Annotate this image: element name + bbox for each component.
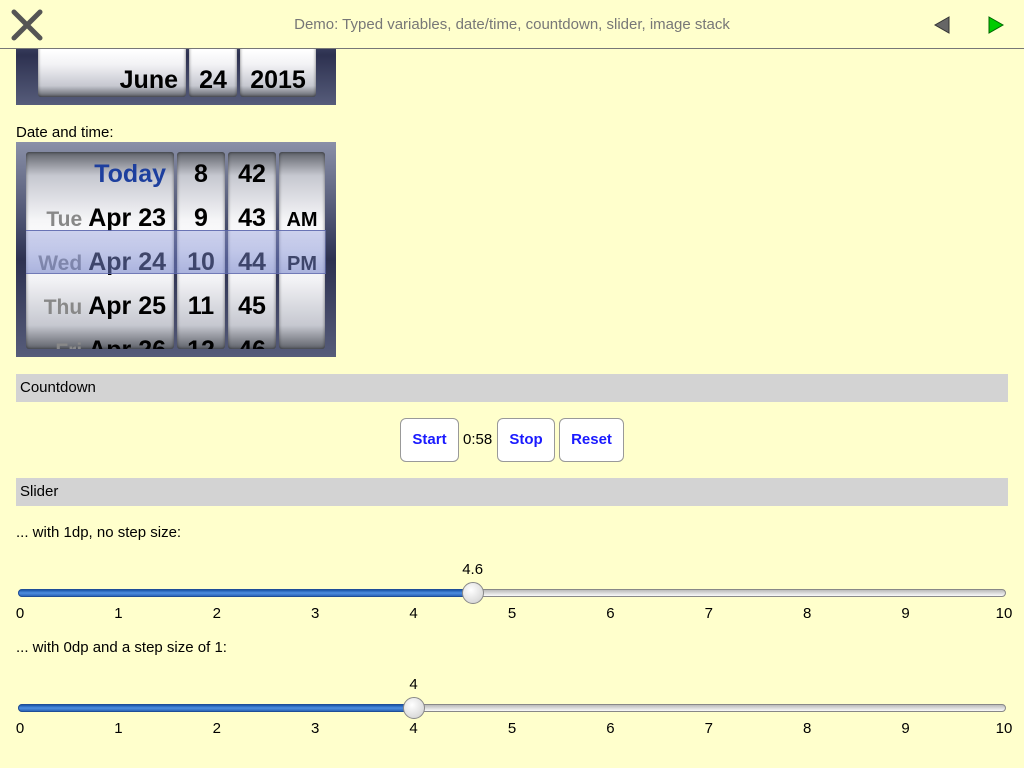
ampm-option-selected[interactable]: PM [279,240,325,284]
hour-option[interactable]: 9 [177,196,225,240]
minute-option[interactable]: 42 [228,152,276,196]
minute-wheel[interactable]: 42 43 44 45 46 [228,152,276,349]
stop-button[interactable]: Stop [497,418,555,462]
year-option-selected[interactable]: 2015 [240,58,316,97]
countdown-heading: Countdown [16,374,1008,402]
slider-tick-label: 3 [311,720,320,737]
triangle-left-icon[interactable] [931,14,953,36]
slider-tick-label: 2 [212,720,221,737]
slider-tick-label: 6 [606,605,615,622]
weekday-text: Tue [46,208,83,231]
ampm-option[interactable]: AM [279,196,325,240]
slider-tick-label: 9 [901,720,910,737]
slider2-label: ... with 0dp and a step size of 1: [16,639,227,656]
slider-tick-label: 3 [311,605,320,622]
countdown-time: 0:58 [463,431,493,448]
ampm-text: AM [286,209,318,231]
hour-wheel[interactable]: 8 9 10 11 12 [177,152,225,349]
date-text: Apr 24 [88,248,166,276]
datetime-picker[interactable]: Today TueApr 23 WedApr 24 ThuApr 25 Fri A… [16,142,336,357]
datetime-label: Date and time: [16,124,114,141]
slider-tick-label: 8 [803,605,812,622]
slider-fill [18,704,414,712]
slider-value: 4.6 [462,561,484,578]
date-text: Today [94,160,166,188]
slider-tick-label: 9 [901,605,910,622]
slider-tick-label: 1 [114,720,123,737]
date-option[interactable]: Thu Apr 25 [26,284,174,328]
triangle-right-icon[interactable] [985,14,1007,36]
slider-heading: Slider [16,478,1008,506]
slider-tick-label: 10 [995,605,1013,622]
slider-tick-label: 4 [409,720,418,737]
date-option-selected[interactable]: Wed Apr 24 [26,240,174,284]
minute-option[interactable]: 45 [228,284,276,328]
date-text: Apr 25 [88,292,166,320]
hour-option[interactable]: 11 [177,284,225,328]
minute-option[interactable]: 46 [228,328,276,349]
date-wheel[interactable]: Today TueApr 23 WedApr 24 ThuApr 25 Fri A… [26,152,174,349]
slider-tick-label: 1 [114,605,123,622]
slider-0dp-step1[interactable]: 4 0 1 2 3 4 5 6 7 8 9 10 [15,676,1013,749]
slider-tick-label: 4 [409,605,418,622]
slider-tick-label: 10 [995,720,1013,737]
date-option[interactable]: Tue Apr 23 [26,196,174,240]
slider-tick-label: 7 [704,720,713,737]
slider-tick-label: 7 [704,605,713,622]
slider-tick-label: 5 [507,605,517,622]
slider1-label: ... with 1dp, no step size: [16,524,182,541]
start-button[interactable]: Start [400,418,459,462]
slider-tick-label: 8 [803,720,812,737]
page-title: Demo: Typed variables, date/time, countd… [294,16,730,33]
slider-thumb[interactable] [402,697,425,719]
weekday-text: Wed [38,252,83,275]
reset-button[interactable]: Reset [559,418,624,462]
slider-tick-label: 5 [507,720,517,737]
weekday-text: Fri [55,340,82,349]
weekday-text: Thu [43,296,83,319]
date-text: Apr 26 [88,336,166,349]
top-bar: Demo: Typed variables, date/time, countd… [0,0,1024,49]
slider-value: 4 [409,676,418,693]
slider-1dp[interactable]: 4.6 0 1 2 3 4 5 6 7 8 9 10 [15,561,1013,634]
slider-tick-label: 6 [606,720,615,737]
minute-option-selected[interactable]: 44 [228,240,276,284]
slider-fill [18,589,473,597]
slider-tick-label: 0 [15,605,25,622]
ampm-wheel[interactable]: AM PM [279,152,325,349]
hour-option[interactable]: 12 [177,328,225,349]
hour-option[interactable]: 8 [177,152,225,196]
day-option-selected[interactable]: 24 [189,58,237,97]
hour-option-selected[interactable]: 10 [177,240,225,284]
minute-option[interactable]: 43 [228,196,276,240]
slider-tick-label: 2 [212,605,221,622]
date-option[interactable]: Fri Apr 26 [26,328,174,349]
ampm-text: PM [287,253,317,275]
slider-tick-label: 0 [15,720,25,737]
slider-thumb[interactable] [461,582,484,604]
month-option-selected[interactable]: June [38,58,186,97]
date-option-today[interactable]: Today [26,152,174,196]
date-text: Apr 23 [88,204,166,232]
